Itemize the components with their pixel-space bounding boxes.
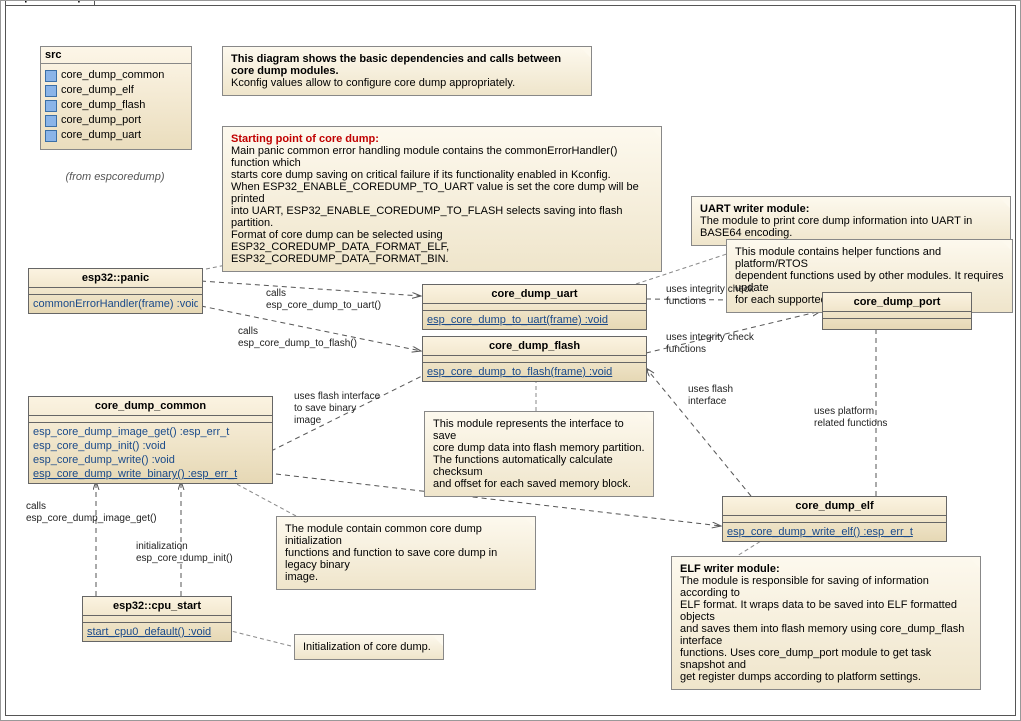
class-name: core_dump_uart (423, 285, 646, 304)
class-name: esp32::cpu_start (83, 597, 231, 616)
note-line: dependent functions used by other module… (735, 270, 1003, 294)
package-title: espcoredump (5, 0, 95, 5)
note-init: Initialization of core dump. (294, 634, 444, 660)
note-line: This module contains helper functions an… (735, 246, 941, 270)
label-uses-flash-if: uses flash interface (688, 384, 733, 408)
stereotype-icon (45, 130, 57, 142)
class-common: core_dump_common esp_core_dump_image_get… (28, 396, 273, 484)
src-items: core_dump_common core_dump_elf core_dump… (41, 64, 191, 149)
class-port: core_dump_port (822, 292, 972, 330)
label-integrity-1: uses integrity check functions (666, 284, 754, 308)
note-title: ELF writer module: (680, 563, 780, 575)
diagram-canvas: espcoredump (0, 0, 1021, 721)
note-line: Initialization of core dump. (303, 641, 431, 653)
note-title: Starting point of core dump: (231, 133, 379, 145)
note-title: UART writer module: (700, 203, 809, 215)
src-item-label: core_dump_port (61, 113, 141, 128)
note-line: Kconfig values allow to configure core d… (231, 77, 515, 89)
note-line: This diagram shows the basic dependencie… (231, 53, 561, 77)
note-intro: This diagram shows the basic dependencie… (222, 46, 592, 96)
note-line: ELF format. It wraps data to be saved in… (680, 599, 957, 623)
note-line: The module contain common core dump init… (285, 523, 482, 547)
note-line: into UART, ESP32_ENABLE_COREDUMP_TO_FLAS… (231, 205, 622, 229)
note-line: and offset for each saved memory block. (433, 478, 631, 490)
label-uses-platform: uses platform related functions (814, 406, 887, 430)
note-line: get register dumps according to platform… (680, 671, 921, 683)
note-flash: This module represents the interface to … (424, 411, 654, 497)
label-calls-flash: calls esp_core_dump_to_flash() (238, 326, 357, 350)
src-item: core_dump_flash (45, 98, 187, 113)
note-line: The module is responsible for saving of … (680, 575, 929, 599)
stereotype-icon (45, 70, 57, 82)
class-op: esp_core_dump_init() :void (33, 439, 268, 453)
stereotype-icon (45, 85, 57, 97)
note-line: and saves them into flash memory using c… (680, 623, 964, 647)
note-common: The module contain common core dump init… (276, 516, 536, 590)
class-op: commonErrorHandler(frame) :void (33, 297, 198, 311)
note-line: The module to print core dump informatio… (700, 215, 972, 239)
class-op: esp_core_dump_to_flash(frame) :void (427, 365, 642, 379)
class-name: core_dump_elf (723, 497, 946, 516)
class-uart: core_dump_uart esp_core_dump_to_uart(fra… (422, 284, 647, 330)
note-line: image. (285, 571, 318, 583)
stereotype-icon (45, 100, 57, 112)
class-op: esp_core_dump_image_get() :esp_err_t (33, 425, 268, 439)
note-line: When ESP32_ENABLE_COREDUMP_TO_UART value… (231, 181, 639, 205)
class-panic: esp32::panic commonErrorHandler(frame) :… (28, 268, 203, 314)
note-line: core dump data into flash memory partiti… (433, 442, 645, 454)
src-item: core_dump_elf (45, 83, 187, 98)
note-line: The functions automatically calculate ch… (433, 454, 613, 478)
class-name: core_dump_common (29, 397, 272, 416)
class-cpu-start: esp32::cpu_start start_cpu0_default() :v… (82, 596, 232, 642)
label-calls-uart: calls esp_core_dump_to_uart() (266, 288, 381, 312)
note-line: starts core dump saving on critical fail… (231, 169, 611, 181)
class-op: esp_core_dump_write_binary() :esp_err_t (33, 467, 268, 481)
class-op: esp_core_dump_write_elf() :esp_err_t (727, 525, 942, 539)
stereotype-icon (45, 115, 57, 127)
src-item-label: core_dump_elf (61, 83, 134, 98)
label-integrity-2: uses integrity check functions (666, 332, 754, 356)
class-op: esp_core_dump_to_uart(frame) :void (427, 313, 642, 327)
note-line: ESP32_COREDUMP_DATA_FORMAT_BIN. (231, 253, 449, 265)
src-item: core_dump_port (45, 113, 187, 128)
label-calls-img: calls esp_core_dump_image_get() (26, 501, 157, 525)
class-flash: core_dump_flash esp_core_dump_to_flash(f… (422, 336, 647, 382)
class-op: start_cpu0_default() :void (87, 625, 227, 639)
src-item-label: core_dump_uart (61, 128, 141, 143)
label-init: initialization esp_core_dump_init() (136, 541, 233, 565)
note-line: Main panic common error handling module … (231, 145, 617, 169)
src-from-label: (from espcoredump) (40, 171, 190, 183)
src-item: core_dump_uart (45, 128, 187, 143)
label-uses-flash-bin: uses flash interface to save binary imag… (294, 391, 380, 427)
class-op: esp_core_dump_write() :void (33, 453, 268, 467)
note-elf: ELF writer module: The module is respons… (671, 556, 981, 690)
class-name: core_dump_port (823, 293, 971, 312)
src-title: src (41, 47, 191, 64)
src-item-label: core_dump_common (61, 68, 164, 83)
package-src: src core_dump_common core_dump_elf core_… (40, 46, 192, 150)
note-line: This module represents the interface to … (433, 418, 624, 442)
src-item-label: core_dump_flash (61, 98, 145, 113)
note-line: functions and function to save core dump… (285, 547, 497, 571)
class-elf: core_dump_elf esp_core_dump_write_elf() … (722, 496, 947, 542)
note-start: Starting point of core dump: Main panic … (222, 126, 662, 272)
note-line: Format of core dump can be selected usin… (231, 229, 449, 253)
class-name: esp32::panic (29, 269, 202, 288)
src-item: core_dump_common (45, 68, 187, 83)
package-espcoredump: espcoredump (5, 5, 1016, 716)
class-name: core_dump_flash (423, 337, 646, 356)
note-line: functions. Uses core_dump_port module to… (680, 647, 931, 671)
